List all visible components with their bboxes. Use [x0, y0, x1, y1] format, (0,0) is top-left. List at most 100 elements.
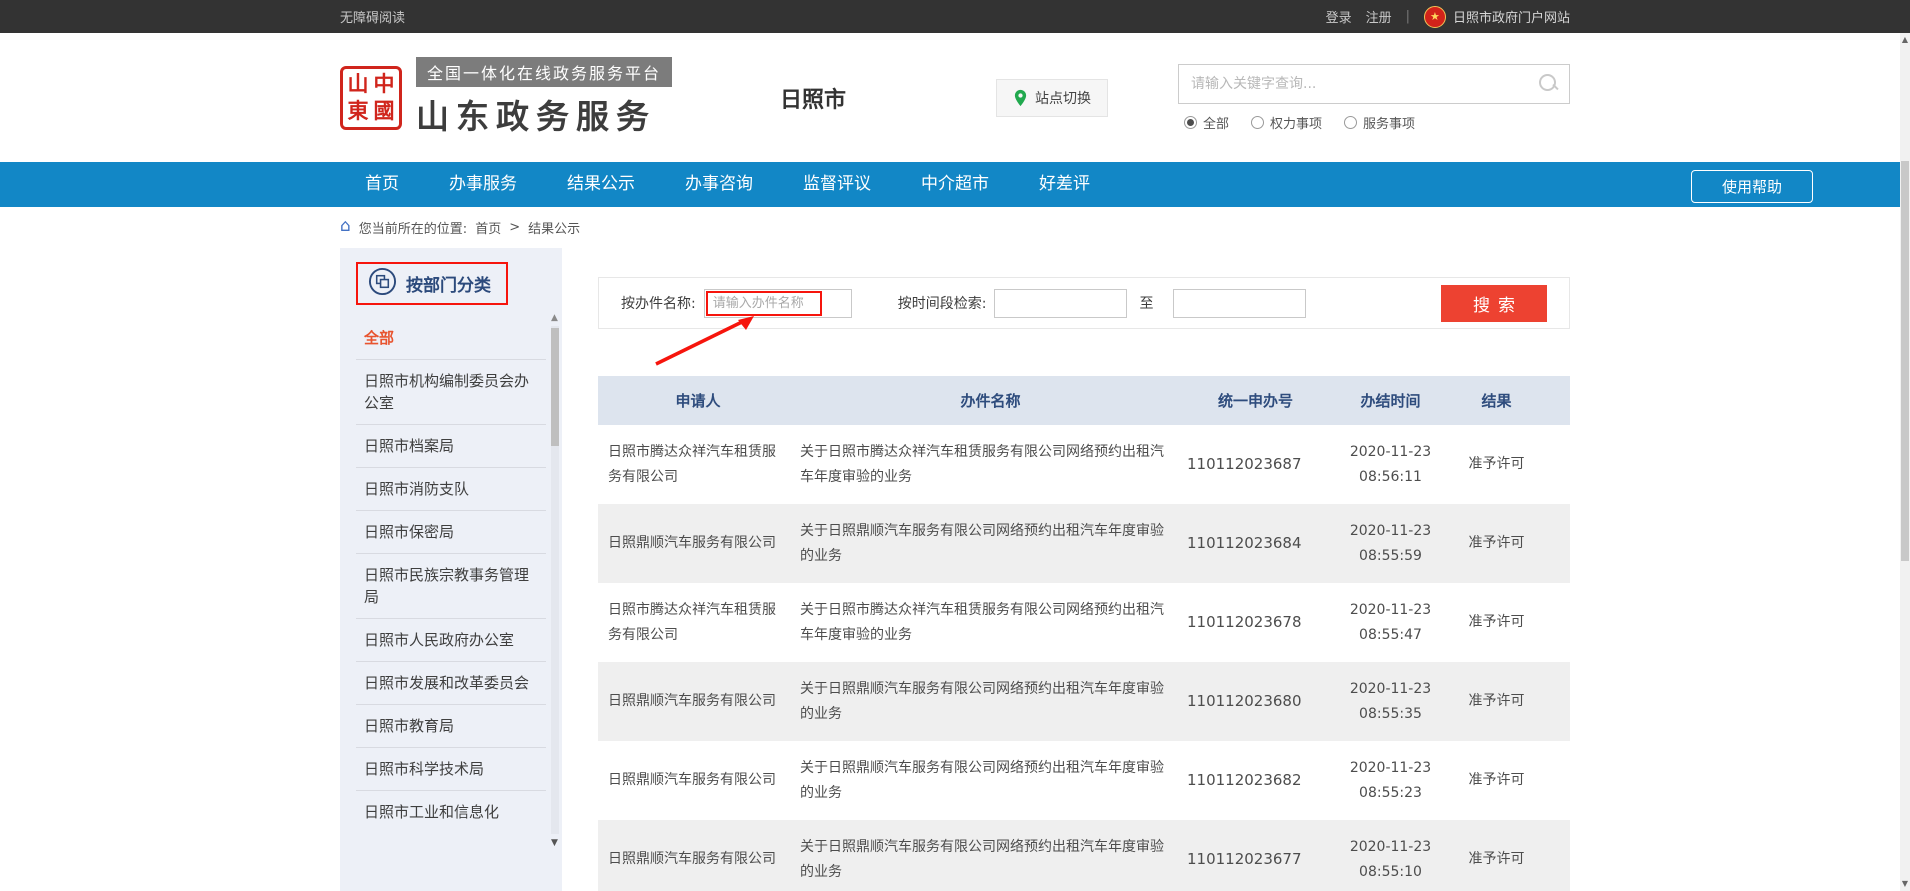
breadcrumb-home[interactable]: 首页: [475, 218, 501, 237]
name-filter-label: 按办件名称:: [621, 293, 696, 313]
results-table: 申请人办件名称统一申办号办结时间结果 日照市腾达众祥汽车租赁服务有限公司关于日照…: [598, 376, 1570, 891]
sidebar-item-11[interactable]: 日照市工业和信息化: [340, 791, 562, 833]
sidebar-item-1[interactable]: 全部: [340, 317, 562, 359]
sidebar-title-highlight-box: 按部门分类: [356, 262, 508, 305]
table-row-4[interactable]: 日照鼎顺汽车服务有限公司关于日照鼎顺汽车服务有限公司网络预约出租汽车年度审验的业…: [598, 662, 1570, 741]
nav-item-2[interactable]: 办事服务: [424, 162, 542, 207]
cell-finish-time: 2020-11-2308:55:10: [1328, 835, 1453, 885]
accessibility-link[interactable]: 无障碍阅读: [340, 7, 405, 26]
cell-applicant: 日照鼎顺汽车服务有限公司: [598, 519, 798, 568]
to-label: 至: [1139, 293, 1153, 313]
sidebar-scrollbar: ▲ ▼: [549, 314, 560, 848]
portal-link[interactable]: ★ 日照市政府门户网站: [1424, 6, 1570, 28]
sidebar-item-4[interactable]: 日照市消防支队: [340, 468, 562, 510]
cell-application-number: 110112023680: [1183, 689, 1328, 714]
nav-item-1[interactable]: 首页: [340, 162, 424, 207]
help-button[interactable]: 使用帮助: [1691, 170, 1813, 203]
cell-application-number: 110112023684: [1183, 531, 1328, 556]
sidebar-item-2[interactable]: 日照市机构编制委员会办公室: [340, 360, 562, 424]
table-row-5[interactable]: 日照鼎顺汽车服务有限公司关于日照鼎顺汽车服务有限公司网络预约出租汽车年度审验的业…: [598, 741, 1570, 820]
brand-title: 山东政务服务: [416, 90, 672, 138]
main-nav: 首页办事服务结果公示办事咨询监督评议中介超市好差评 使用帮助: [0, 162, 1910, 207]
nav-item-5[interactable]: 监督评议: [778, 162, 896, 207]
topbar: 无障碍阅读 登录 注册 | ★ 日照市政府门户网站: [0, 0, 1910, 33]
location-pin-icon: [1013, 89, 1028, 107]
page-scrollbar-thumb[interactable]: [1901, 161, 1909, 561]
finish-clock: 08:55:47: [1328, 623, 1453, 648]
sidebar-item-7[interactable]: 日照市人民政府办公室: [340, 619, 562, 661]
radio-label: 全部: [1203, 113, 1229, 132]
sidebar-item-6[interactable]: 日照市民族宗教事务管理局: [340, 554, 562, 618]
cell-application-number: 110112023678: [1183, 610, 1328, 635]
filter-bar: 按办件名称: 按时间段检索: 至 搜索: [598, 277, 1570, 329]
table-row-2[interactable]: 日照鼎顺汽车服务有限公司关于日照鼎顺汽车服务有限公司网络预约出租汽车年度审验的业…: [598, 504, 1570, 583]
radio-dot-icon: [1251, 116, 1264, 129]
column-header-4: 办结时间: [1328, 376, 1453, 425]
sidebar-item-10[interactable]: 日照市科学技术局: [340, 748, 562, 790]
seal-char: 國: [374, 101, 395, 122]
table-row-1[interactable]: 日照市腾达众祥汽车租赁服务有限公司关于日照市腾达众祥汽车租赁服务有限公司网络预约…: [598, 425, 1570, 504]
nav-item-7[interactable]: 好差评: [1014, 162, 1115, 207]
column-header-3: 统一申办号: [1183, 376, 1328, 425]
radio-option-2[interactable]: 权力事项: [1251, 113, 1322, 132]
cell-result: 准予许可: [1453, 610, 1540, 635]
register-link[interactable]: 注册: [1366, 7, 1392, 26]
breadcrumb-prefix: 您当前所在的位置:: [359, 218, 467, 237]
cell-item-title: 关于日照鼎顺汽车服务有限公司网络预约出租汽车年度审验的业务: [798, 744, 1183, 818]
topbar-divider: |: [1406, 9, 1410, 24]
site-switch-label: 站点切换: [1035, 88, 1091, 108]
finish-date: 2020-11-23: [1328, 835, 1453, 860]
table-row-3[interactable]: 日照市腾达众祥汽车租赁服务有限公司关于日照市腾达众祥汽车租赁服务有限公司网络预约…: [598, 583, 1570, 662]
radio-option-3[interactable]: 服务事项: [1344, 113, 1415, 132]
date-from-input[interactable]: [994, 289, 1127, 318]
page-scroll-down-icon[interactable]: ▼: [1900, 880, 1910, 888]
search-icon[interactable]: [1538, 73, 1558, 93]
table-row-6[interactable]: 日照鼎顺汽车服务有限公司关于日照鼎顺汽车服务有限公司网络预约出租汽车年度审验的业…: [598, 820, 1570, 891]
keyword-search-input[interactable]: [1178, 64, 1570, 104]
cell-applicant: 日照鼎顺汽车服务有限公司: [598, 756, 798, 805]
search-button[interactable]: 搜索: [1441, 285, 1547, 322]
department-list: 全部日照市机构编制委员会办公室日照市档案局日照市消防支队日照市保密局日照市民族宗…: [340, 313, 562, 833]
cell-item-title: 关于日照市腾达众祥汽车租赁服务有限公司网络预约出租汽车年度审验的业务: [798, 586, 1183, 660]
logo[interactable]: 山 中 東 國 全国一体化在线政务服务平台 山东政务服务: [340, 57, 672, 138]
finish-date: 2020-11-23: [1328, 598, 1453, 623]
time-filter-label: 按时间段检索:: [898, 293, 987, 313]
cell-finish-time: 2020-11-2308:55:23: [1328, 756, 1453, 806]
nav-item-6[interactable]: 中介超市: [896, 162, 1014, 207]
cell-application-number: 110112023687: [1183, 452, 1328, 477]
finish-clock: 08:56:11: [1328, 465, 1453, 490]
cell-result: 准予许可: [1453, 689, 1540, 714]
platform-tag: 全国一体化在线政务服务平台: [416, 57, 672, 87]
login-link[interactable]: 登录: [1326, 7, 1352, 26]
shandong-seal-icon: 山 中 東 國: [340, 66, 402, 130]
item-name-input[interactable]: [704, 289, 852, 318]
sidebar-item-5[interactable]: 日照市保密局: [340, 511, 562, 553]
department-sidebar: 按部门分类 全部日照市机构编制委员会办公室日照市档案局日照市消防支队日照市保密局…: [340, 248, 562, 891]
sidebar-item-8[interactable]: 日照市发展和改革委员会: [340, 662, 562, 704]
radio-option-1[interactable]: 全部: [1184, 113, 1229, 132]
sidebar-item-9[interactable]: 日照市教育局: [340, 705, 562, 747]
nav-item-4[interactable]: 办事咨询: [660, 162, 778, 207]
scroll-up-icon[interactable]: ▲: [549, 314, 560, 323]
page-scroll-up-icon[interactable]: ▲: [1900, 36, 1910, 44]
site-switch-button[interactable]: 站点切换: [996, 79, 1108, 117]
nav-item-3[interactable]: 结果公示: [542, 162, 660, 207]
scroll-down-icon[interactable]: ▼: [549, 839, 560, 848]
finish-clock: 08:55:10: [1328, 860, 1453, 885]
national-emblem-icon: ★: [1424, 6, 1446, 28]
cell-result: 准予许可: [1453, 531, 1540, 556]
seal-char: 中: [374, 74, 395, 95]
cell-result: 准予许可: [1453, 847, 1540, 872]
nav-menu: 首页办事服务结果公示办事咨询监督评议中介超市好差评: [340, 162, 1570, 207]
cell-result: 准予许可: [1453, 768, 1540, 793]
cell-applicant: 日照市腾达众祥汽车租赁服务有限公司: [598, 428, 798, 502]
sidebar-item-3[interactable]: 日照市档案局: [340, 425, 562, 467]
header: 山 中 東 國 全国一体化在线政务服务平台 山东政务服务 日照市 站点切换: [0, 33, 1910, 162]
date-to-input[interactable]: [1173, 289, 1306, 318]
cell-applicant: 日照市腾达众祥汽车租赁服务有限公司: [598, 586, 798, 660]
category-icon: [368, 267, 397, 300]
city-name: 日照市: [780, 82, 846, 114]
scrollbar-thumb[interactable]: [551, 328, 559, 446]
breadcrumb-sep: >: [509, 220, 520, 235]
seal-char: 東: [348, 101, 369, 122]
